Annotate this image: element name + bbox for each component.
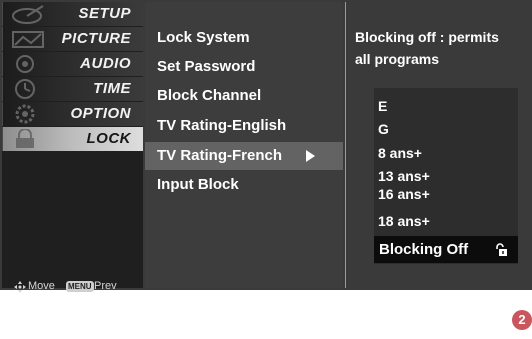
submenu-item-label: Block Channel [157, 87, 262, 104]
rating-item-13-ans[interactable]: 13 ans+ [374, 166, 518, 186]
submenu-item-input-block[interactable]: Input Block [145, 171, 343, 199]
satellite-dish-icon [12, 5, 44, 24]
tab-picture[interactable]: PICTURE [2, 27, 143, 51]
tab-label: SETUP [78, 5, 131, 22]
blocking-off-option[interactable]: Blocking Off [374, 236, 518, 263]
tab-label: PICTURE [61, 30, 131, 47]
rating-item-16-ans[interactable]: 16 ans+ [374, 184, 518, 204]
rating-label: E [378, 98, 388, 114]
submenu-item-label: Lock System [157, 29, 250, 46]
picture-icon [12, 31, 44, 48]
tab-audio[interactable]: AUDIO [2, 52, 143, 76]
submenu-item-label: TV Rating-English [157, 117, 287, 134]
rating-item-g[interactable]: G [374, 119, 518, 139]
submenu-item-label: TV Rating-French [157, 147, 283, 164]
rating-label: 16 ans+ [378, 186, 430, 202]
rating-item-8-ans[interactable]: 8 ans+ [374, 143, 518, 163]
submenu-item-block-channel[interactable]: Block Channel [145, 82, 343, 110]
submenu-item-tv-rating-english[interactable]: TV Rating-English [145, 112, 343, 140]
rating-label: 13 ans+ [378, 168, 430, 184]
tab-label: OPTION [70, 105, 131, 122]
clock-icon [15, 79, 35, 99]
submenu-item-set-password[interactable]: Set Password [145, 53, 343, 81]
page-number-badge: 2 [512, 310, 532, 330]
rating-label: 8 ans+ [378, 145, 422, 161]
unlocked-padlock-icon [496, 243, 507, 256]
rating-item-18-ans[interactable]: 18 ans+ [374, 211, 518, 231]
rating-item-e[interactable]: E [374, 96, 518, 116]
move-arrows-icon [14, 281, 26, 293]
tab-lock[interactable]: LOCK [2, 127, 143, 151]
lock-icon [16, 129, 34, 148]
rating-label: G [378, 121, 389, 137]
tab-time[interactable]: TIME [2, 77, 143, 101]
rating-panel: Blocking off : permits all programs E G … [345, 2, 532, 288]
menu-key-icon: MENU [66, 281, 94, 292]
lock-submenu: Lock System Set Password Block Channel T… [145, 2, 343, 288]
submenu-item-tv-rating-french[interactable]: TV Rating-French [145, 142, 343, 170]
tab-setup[interactable]: SETUP [2, 2, 143, 26]
arrow-right-icon [306, 150, 315, 162]
submenu-item-lock-system[interactable]: Lock System [145, 24, 343, 52]
submenu-item-label: Input Block [157, 176, 239, 193]
submenu-item-label: Set Password [157, 58, 256, 75]
prev-hint-label: Prev [94, 280, 117, 292]
main-menu-tabs: SETUP PICTURE AUDIO TIME OPTION LOCK [2, 2, 143, 152]
option-icon [15, 104, 35, 124]
tab-label: LOCK [86, 130, 131, 147]
main-menu-panel: SETUP PICTURE AUDIO TIME OPTION LOCK Mov… [2, 2, 143, 293]
blocking-off-label: Blocking Off [379, 241, 469, 258]
rating-label: 18 ans+ [378, 213, 430, 229]
speaker-icon [16, 55, 34, 73]
description-line: Blocking off : permits [355, 29, 499, 45]
tv-osd-menu: SETUP PICTURE AUDIO TIME OPTION LOCK Mov… [0, 0, 532, 293]
tab-option[interactable]: OPTION [2, 102, 143, 126]
move-hint-label: Move [28, 280, 55, 292]
description-line: all programs [355, 51, 440, 67]
rating-description: Blocking off : permits all programs [355, 26, 532, 70]
tab-label: AUDIO [80, 55, 131, 72]
tab-label: TIME [93, 80, 131, 97]
